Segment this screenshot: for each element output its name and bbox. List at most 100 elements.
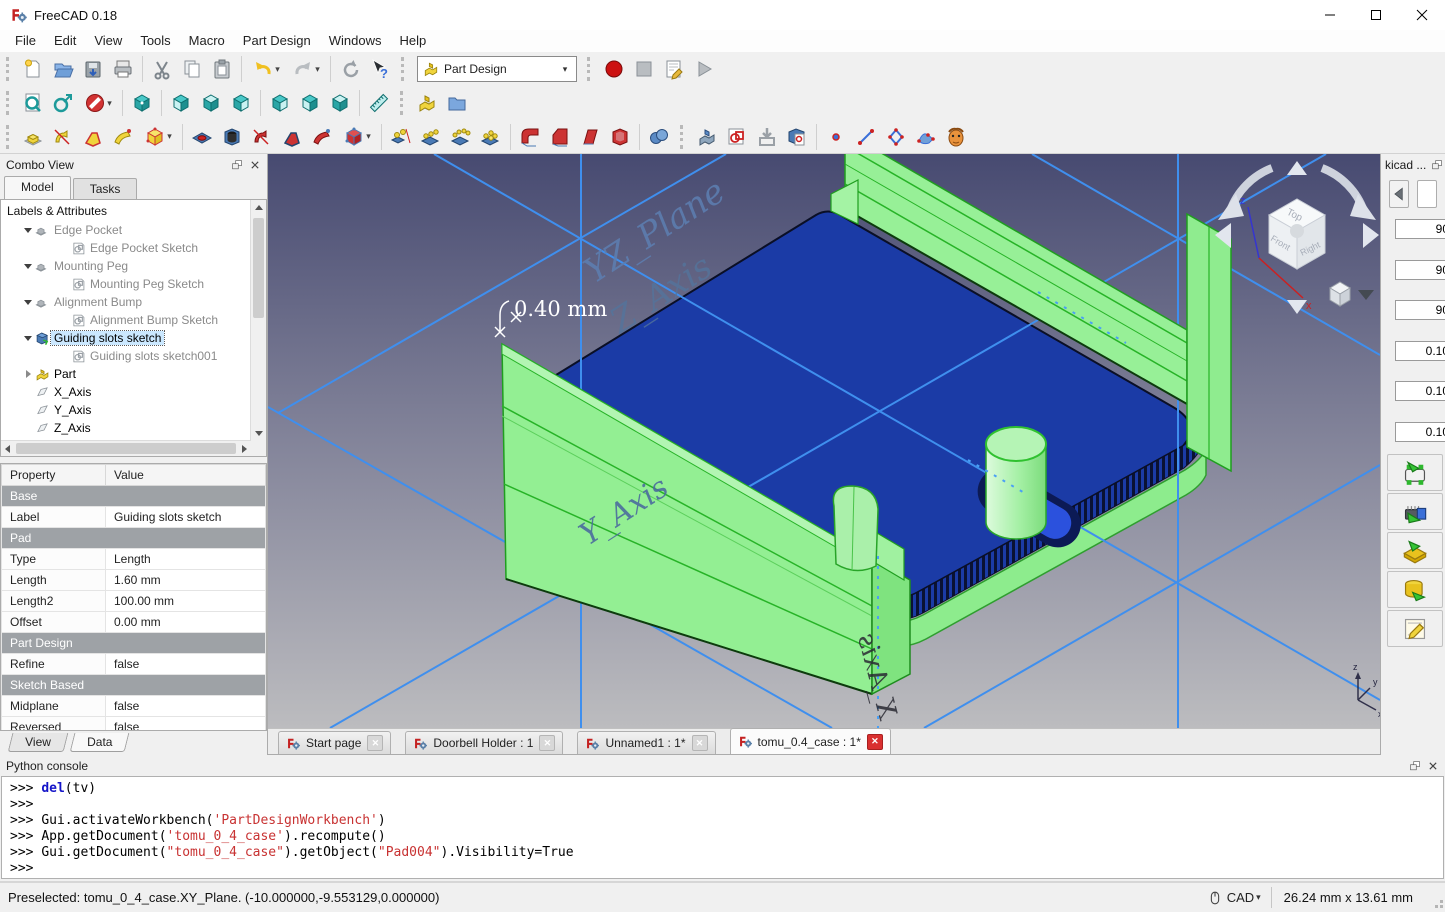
create-body-button[interactable] bbox=[412, 88, 442, 118]
property-value[interactable]: false bbox=[106, 696, 266, 717]
property-value[interactable]: Guiding slots sketch bbox=[106, 507, 266, 528]
toolbar-grip[interactable] bbox=[6, 57, 14, 81]
menu-view[interactable]: View bbox=[85, 30, 131, 52]
view-top-button[interactable] bbox=[196, 88, 226, 118]
kicad-back-button[interactable] bbox=[1389, 180, 1409, 208]
property-value[interactable]: Length bbox=[106, 549, 266, 570]
polar-pattern-button[interactable] bbox=[446, 122, 476, 152]
kicad-value-field[interactable] bbox=[1395, 260, 1445, 280]
refresh-button[interactable] bbox=[335, 54, 365, 84]
tree-item[interactable]: X_Axis bbox=[1, 383, 266, 401]
draw-style-button[interactable]: ▾ bbox=[78, 88, 118, 118]
export-ic-button[interactable] bbox=[1387, 493, 1443, 530]
property-row[interactable]: Offset0.00 mm bbox=[2, 612, 266, 633]
property-group-row[interactable]: Sketch Based bbox=[2, 675, 266, 696]
property-row[interactable]: Reversedfalse bbox=[2, 717, 266, 732]
property-value[interactable]: 0.00 mm bbox=[106, 612, 266, 633]
additive-loft-button[interactable] bbox=[78, 122, 108, 152]
minimize-button[interactable] bbox=[1307, 0, 1353, 30]
property-row[interactable]: LabelGuiding slots sketch bbox=[2, 507, 266, 528]
subtractive-loft-button[interactable] bbox=[277, 122, 307, 152]
menu-tools[interactable]: Tools bbox=[131, 30, 179, 52]
property-group-row[interactable]: Part Design bbox=[2, 633, 266, 654]
create-line-button[interactable] bbox=[851, 122, 881, 152]
menu-file[interactable]: File bbox=[6, 30, 45, 52]
float-panel-icon[interactable] bbox=[229, 157, 245, 173]
tree-expander-icon[interactable] bbox=[23, 297, 33, 307]
boolean-operation-button[interactable] bbox=[644, 122, 674, 152]
3d-viewport[interactable]: YZ_Plane Z_Axis Y_Axis X_Axis 0.40 mm z … bbox=[268, 154, 1380, 728]
toolbar-grip[interactable] bbox=[587, 57, 595, 81]
tree-item[interactable]: Guiding slots sketch001 bbox=[1, 347, 266, 365]
tab-model[interactable]: Model bbox=[4, 176, 71, 199]
tree-item[interactable]: Mounting Peg Sketch bbox=[1, 275, 266, 293]
tree-item[interactable]: Mounting Peg bbox=[1, 257, 266, 275]
view-rear-button[interactable] bbox=[265, 88, 295, 118]
tree-vertical-scrollbar[interactable] bbox=[250, 200, 266, 456]
workbench-selector[interactable]: Part Design▾ bbox=[417, 56, 577, 82]
menu-part-design[interactable]: Part Design bbox=[234, 30, 320, 52]
revolution-button[interactable] bbox=[48, 122, 78, 152]
menu-macro[interactable]: Macro bbox=[180, 30, 234, 52]
property-row[interactable]: Length1.60 mm bbox=[2, 570, 266, 591]
tree-expander-icon[interactable] bbox=[23, 333, 33, 343]
edit-notes-button[interactable] bbox=[1387, 610, 1443, 647]
redo-button[interactable]: ▾ bbox=[286, 54, 326, 84]
macro-play-button[interactable] bbox=[689, 54, 719, 84]
macro-record-button[interactable] bbox=[599, 54, 629, 84]
new-document-button[interactable] bbox=[18, 54, 48, 84]
view-axonometric-button[interactable] bbox=[127, 88, 157, 118]
additive-pipe-button[interactable] bbox=[108, 122, 138, 152]
pocket-button[interactable] bbox=[187, 122, 217, 152]
kicad-value-field[interactable] bbox=[1395, 341, 1445, 361]
toolbar-grip[interactable] bbox=[400, 91, 408, 115]
tab-view[interactable]: View bbox=[8, 733, 69, 752]
close-button[interactable] bbox=[1399, 0, 1445, 30]
additive-primitive-button[interactable]: ▾ bbox=[138, 122, 178, 152]
cut-button[interactable] bbox=[147, 54, 177, 84]
menu-help[interactable]: Help bbox=[390, 30, 435, 52]
open-button[interactable] bbox=[48, 54, 78, 84]
paste-button[interactable] bbox=[207, 54, 237, 84]
property-row[interactable]: Refinefalse bbox=[2, 654, 266, 675]
tree-item[interactable]: Y_Axis bbox=[1, 401, 266, 419]
maximize-button[interactable] bbox=[1353, 0, 1399, 30]
tree-expander-icon[interactable] bbox=[23, 369, 33, 379]
toolbar-grip[interactable] bbox=[401, 57, 409, 81]
tab-data[interactable]: Data bbox=[69, 733, 129, 752]
chamfer-button[interactable] bbox=[545, 122, 575, 152]
kicad-blank-button[interactable] bbox=[1417, 180, 1437, 208]
tree-item[interactable]: Alignment Bump bbox=[1, 293, 266, 311]
tree-expander-icon[interactable] bbox=[23, 261, 33, 271]
mounting-peg-cylinder[interactable] bbox=[986, 427, 1046, 539]
close-panel-icon[interactable] bbox=[247, 157, 263, 173]
property-row[interactable]: Midplanefalse bbox=[2, 696, 266, 717]
draft-button[interactable] bbox=[575, 122, 605, 152]
close-panel-icon[interactable] bbox=[1425, 758, 1441, 774]
property-value[interactable]: 1.60 mm bbox=[106, 570, 266, 591]
toolbar-grip[interactable] bbox=[6, 91, 14, 115]
linear-pattern-button[interactable] bbox=[416, 122, 446, 152]
save-button[interactable] bbox=[78, 54, 108, 84]
property-row[interactable]: Length2100.00 mm bbox=[2, 591, 266, 612]
property-value[interactable]: 100.00 mm bbox=[106, 591, 266, 612]
shape-binder-button[interactable] bbox=[692, 122, 722, 152]
window-resize-grip[interactable] bbox=[1431, 883, 1445, 912]
document-tab[interactable]: Start page✕ bbox=[278, 731, 391, 754]
create-rhombus-button[interactable] bbox=[881, 122, 911, 152]
kicad-value-field[interactable] bbox=[1395, 422, 1445, 442]
fit-selection-button[interactable] bbox=[48, 88, 78, 118]
close-tab-icon[interactable]: ✕ bbox=[692, 735, 708, 751]
close-tab-icon[interactable]: ✕ bbox=[367, 735, 383, 751]
map-sketch-button[interactable] bbox=[782, 122, 812, 152]
tree-item[interactable]: Alignment Bump Sketch bbox=[1, 311, 266, 329]
undo-button[interactable]: ▾ bbox=[246, 54, 286, 84]
create-sketch-button[interactable] bbox=[722, 122, 752, 152]
create-point-button[interactable] bbox=[821, 122, 851, 152]
tab-tasks[interactable]: Tasks bbox=[73, 178, 138, 199]
pad-button[interactable] bbox=[18, 122, 48, 152]
float-panel-icon[interactable] bbox=[1407, 758, 1423, 774]
close-tab-icon[interactable]: ✕ bbox=[867, 734, 883, 750]
tree-item[interactable]: Guiding slots sketch bbox=[1, 329, 266, 347]
kicad-value-field[interactable] bbox=[1395, 381, 1445, 401]
